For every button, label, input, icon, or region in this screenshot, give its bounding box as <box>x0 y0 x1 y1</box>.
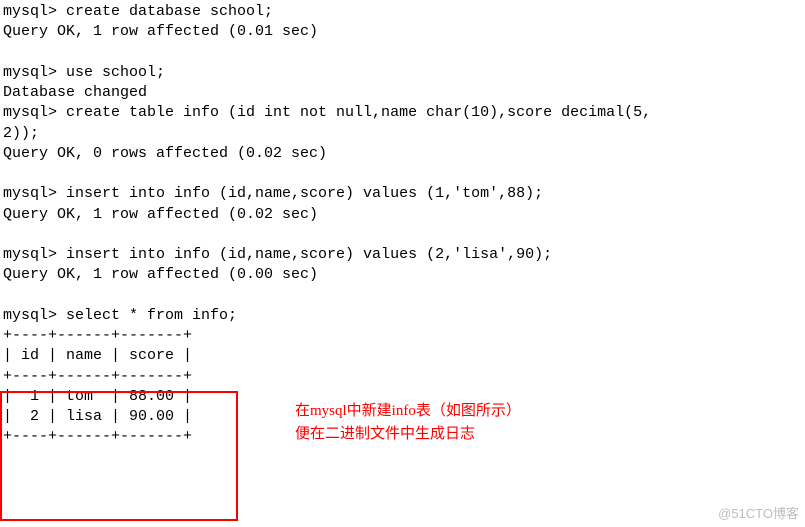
annotation-line-1: 在mysql中新建info表（如图所示） <box>295 400 521 423</box>
mysql-terminal-output: mysql> create database school;Query OK, … <box>3 2 805 448</box>
terminal-line: +----+------+-------+ <box>3 367 805 387</box>
terminal-line: mysql> insert into info (id,name,score) … <box>3 184 805 204</box>
terminal-line: Query OK, 1 row affected (0.01 sec) <box>3 22 805 42</box>
terminal-line <box>3 225 805 245</box>
terminal-line: mysql> create database school; <box>3 2 805 22</box>
terminal-line: Query OK, 0 rows affected (0.02 sec) <box>3 144 805 164</box>
terminal-line: mysql> create table info (id int not nul… <box>3 103 805 123</box>
terminal-line: | id | name | score | <box>3 346 805 366</box>
terminal-line: mysql> select * from info; <box>3 306 805 326</box>
terminal-line: mysql> insert into info (id,name,score) … <box>3 245 805 265</box>
terminal-line <box>3 286 805 306</box>
terminal-line <box>3 164 805 184</box>
terminal-line: +----+------+-------+ <box>3 326 805 346</box>
terminal-line: mysql> use school; <box>3 63 805 83</box>
terminal-line: Query OK, 1 row affected (0.02 sec) <box>3 205 805 225</box>
annotation-text: 在mysql中新建info表（如图所示） 便在二进制文件中生成日志 <box>295 400 521 445</box>
watermark: @51CTO博客 <box>718 505 799 523</box>
terminal-line: Database changed <box>3 83 805 103</box>
terminal-line <box>3 43 805 63</box>
terminal-line: Query OK, 1 row affected (0.00 sec) <box>3 265 805 285</box>
annotation-line-2: 便在二进制文件中生成日志 <box>295 423 521 446</box>
terminal-line: 2)); <box>3 124 805 144</box>
